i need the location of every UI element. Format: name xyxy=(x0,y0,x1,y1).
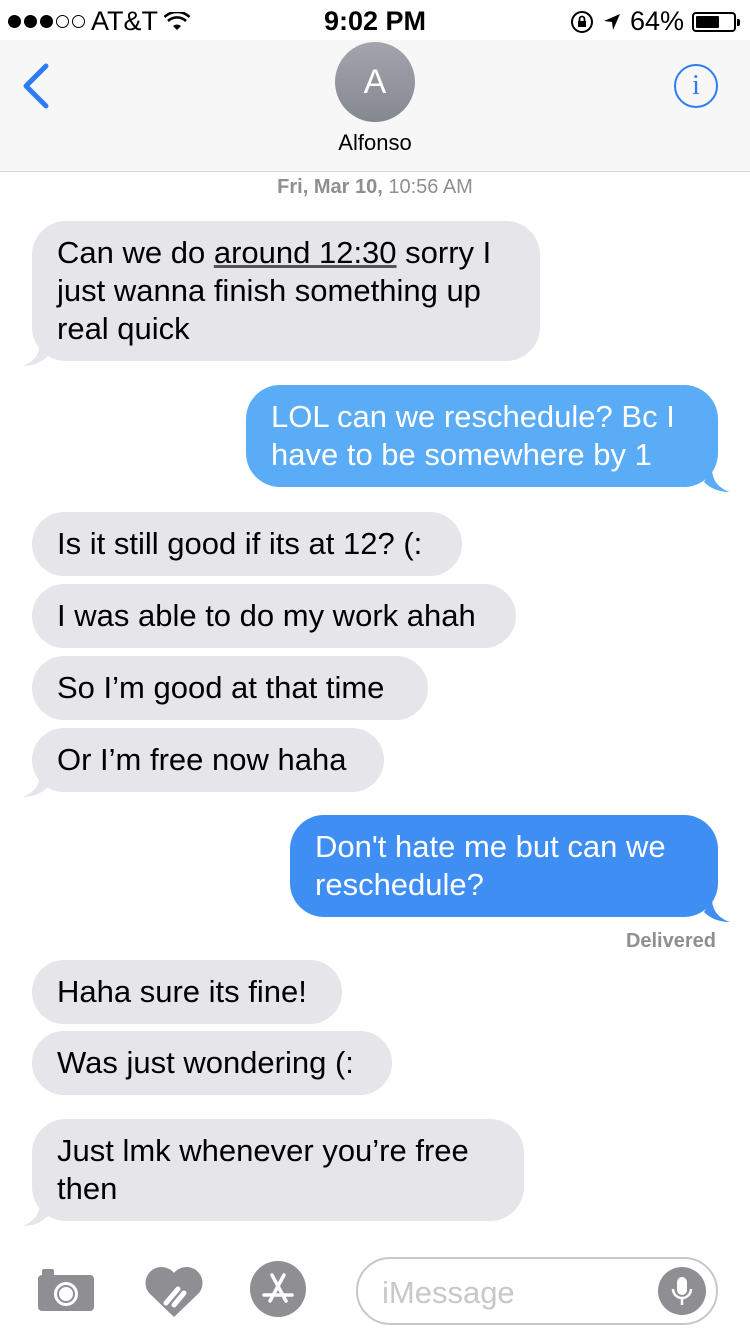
message-bubble-incoming[interactable]: Haha sure its fine! xyxy=(32,960,342,1024)
bubble-tail xyxy=(22,1202,48,1226)
message-text: Don't hate me but can we reschedule? xyxy=(315,829,666,902)
battery-icon xyxy=(692,11,740,32)
bubble-tail xyxy=(704,468,730,492)
battery-percent: 64% xyxy=(629,6,684,36)
conversation-header: A Alfonso i xyxy=(0,40,750,172)
status-right: 64% xyxy=(570,6,740,37)
timestamp-day: Fri, Mar 10, xyxy=(277,176,383,198)
delivered-status: Delivered xyxy=(625,930,716,952)
bubble-tail xyxy=(22,773,48,797)
contact-name[interactable]: Alfonso xyxy=(0,130,750,156)
microphone-icon xyxy=(671,1277,693,1305)
message-text: Haha sure its fine! xyxy=(57,974,307,1009)
camera-icon xyxy=(38,1269,94,1311)
imessage-placeholder: iMessage xyxy=(382,1275,515,1310)
timestamp-time: 10:56 AM xyxy=(388,176,473,198)
message-text: LOL can we reschedule? Bc I have to be s… xyxy=(271,399,675,472)
bubble-tail xyxy=(22,342,48,366)
microphone-button[interactable] xyxy=(658,1267,706,1315)
info-icon: i xyxy=(692,70,700,101)
status-bar: AT&T 9:02 PM 64% xyxy=(0,0,750,40)
imessage-input[interactable]: iMessage xyxy=(356,1257,718,1325)
message-text: Was just wondering (: xyxy=(57,1045,354,1080)
contact-avatar[interactable]: A xyxy=(335,42,415,122)
location-icon xyxy=(603,13,620,30)
message-bubble-incoming[interactable]: I was able to do my work ahah xyxy=(32,584,516,648)
message-text: So I’m good at that time xyxy=(57,670,385,705)
message-bubble-incoming[interactable]: Or I’m free now haha xyxy=(32,728,384,792)
message-text: I was able to do my work ahah xyxy=(57,598,476,633)
info-button[interactable]: i xyxy=(674,64,718,108)
message-bubble-incoming[interactable]: Can we do around 12:30 sorry I just wann… xyxy=(32,221,540,361)
message-bubble-incoming[interactable]: Was just wondering (: xyxy=(32,1031,392,1095)
app-store-icon xyxy=(250,1261,306,1317)
message-bubble-incoming[interactable]: Is it still good if its at 12? (: xyxy=(32,512,462,576)
app-store-button[interactable] xyxy=(248,1259,308,1324)
camera-button[interactable] xyxy=(36,1267,96,1318)
message-bubble-outgoing[interactable]: Don't hate me but can we reschedule? xyxy=(290,815,718,917)
message-text: Or I’m free now haha xyxy=(57,742,347,777)
date-detected-link[interactable]: around 12:30 xyxy=(214,235,397,270)
message-text: Just lmk whenever you’re free then xyxy=(57,1133,469,1206)
bubble-tail xyxy=(704,898,730,922)
message-text: Is it still good if its at 12? (: xyxy=(57,526,423,561)
orientation-lock-icon xyxy=(570,10,593,33)
digital-touch-button[interactable] xyxy=(144,1265,204,1324)
message-input-bar: iMessage xyxy=(0,1245,750,1334)
digital-touch-icon xyxy=(145,1266,203,1317)
chevron-left-icon xyxy=(23,63,49,109)
message-text: Can we do xyxy=(57,235,214,270)
message-bubble-incoming[interactable]: Just lmk whenever you’re free then xyxy=(32,1119,524,1221)
message-bubble-incoming[interactable]: So I’m good at that time xyxy=(32,656,428,720)
message-timestamp: Fri, Mar 10, 10:56 AM xyxy=(0,176,750,199)
message-bubble-outgoing[interactable]: LOL can we reschedule? Bc I have to be s… xyxy=(246,385,718,487)
back-button[interactable] xyxy=(20,62,60,112)
